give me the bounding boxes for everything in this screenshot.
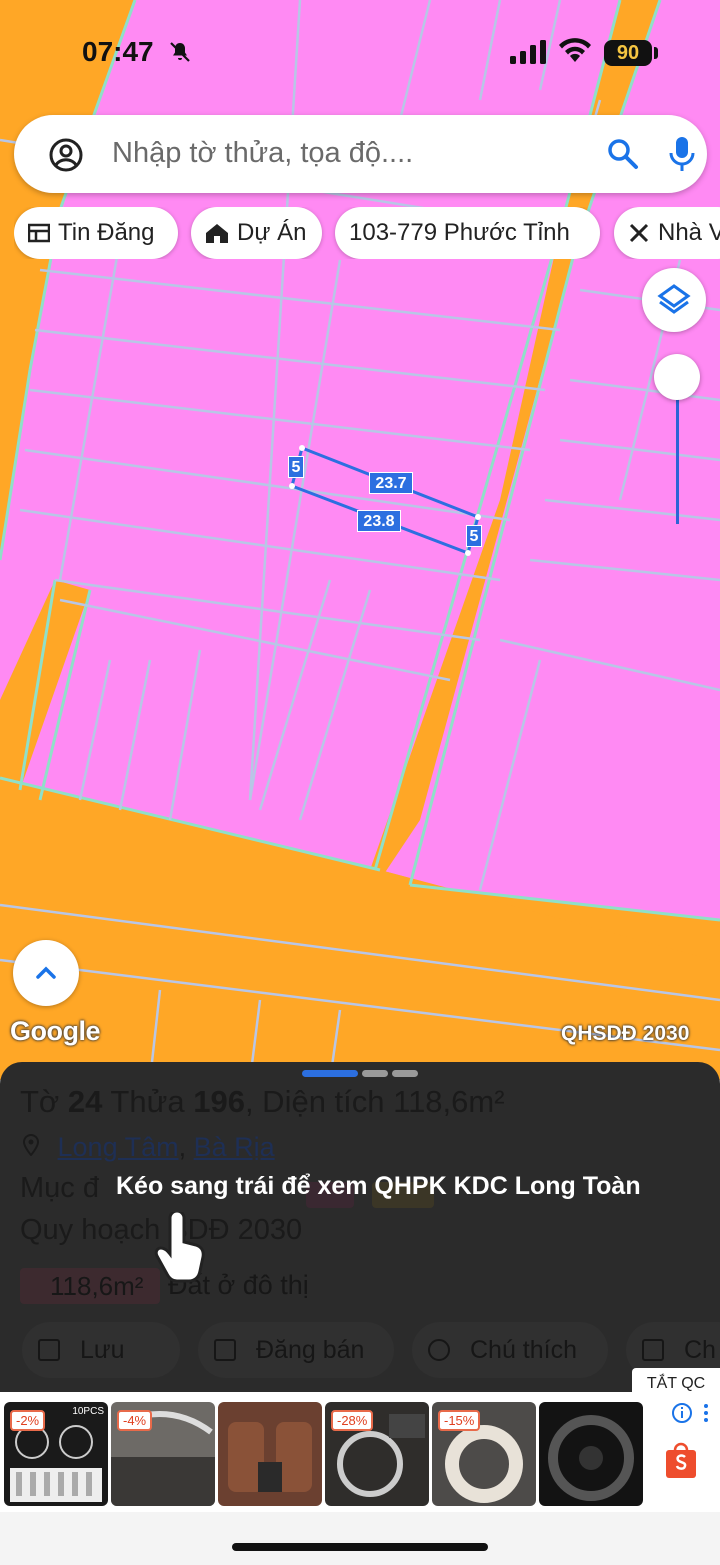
search-icon[interactable]	[606, 137, 640, 171]
edge-label-bottom: 23.8	[357, 510, 401, 532]
battery-indicator: 90	[604, 40, 652, 66]
discount-badge: -4%	[117, 1410, 153, 1431]
mic-icon[interactable]	[668, 135, 696, 173]
edge-label-right: 5	[466, 525, 482, 547]
legend-button[interactable]: Chú thích	[412, 1322, 608, 1378]
product-image	[228, 1422, 312, 1492]
discount-badge: -28%	[331, 1410, 374, 1431]
bell-off-icon	[170, 42, 190, 62]
pack-label: 10PCS	[72, 1406, 104, 1417]
action-label: Lưu	[80, 1335, 125, 1364]
ad-item[interactable]	[218, 1402, 322, 1506]
chip-label: Nhà V	[658, 219, 720, 246]
parcel-location: Long Tâm, Bà Rịa	[22, 1132, 275, 1163]
title-prefix: Tờ	[20, 1084, 68, 1119]
filter-chips: Tin Đăng Dự Án 103-779 Phước Tỉnh Nhà V	[14, 207, 720, 259]
action-label: Ch	[684, 1335, 716, 1364]
expand-up-button[interactable]	[13, 940, 79, 1006]
parcel-title: Tờ 24 Thửa 196, Diện tích 118,6m²	[20, 1084, 505, 1120]
opacity-slider-handle[interactable]	[654, 354, 700, 400]
contrast-icon	[428, 1339, 450, 1361]
edge-label-left: 5	[288, 456, 304, 478]
status-time: 07:47	[82, 36, 154, 67]
city-link[interactable]: Bà Rịa	[194, 1132, 275, 1162]
account-icon[interactable]	[48, 137, 84, 173]
area-badge: 118,6m²	[20, 1268, 160, 1304]
ad-item[interactable]: -28%	[325, 1402, 429, 1506]
chip-du-an[interactable]: Dự Án	[191, 207, 322, 259]
discount-badge: -15%	[438, 1410, 481, 1431]
chip-location[interactable]: 103-779 Phước Tỉnh	[335, 207, 600, 259]
ad-item[interactable]	[539, 1402, 643, 1506]
layer-name: QHSDĐ 2030	[561, 1022, 690, 1045]
page-indicator	[392, 1070, 418, 1077]
chip-label: Dự Án	[237, 219, 307, 246]
search-bar[interactable]: Nhập tờ thửa, tọa độ....	[14, 115, 707, 193]
page-indicator-active	[302, 1070, 358, 1077]
ad-item[interactable]: -4%	[111, 1402, 215, 1506]
post-sale-button[interactable]: Đăng bán	[198, 1322, 394, 1378]
plan-label: Quy hoạch	[20, 1214, 161, 1246]
purpose-label: Mục đ	[20, 1172, 99, 1204]
ward-link[interactable]: Long Tâm	[58, 1132, 179, 1162]
hand-pointer-icon	[154, 1212, 205, 1283]
chip-tin-dang[interactable]: Tin Đăng	[14, 207, 178, 259]
title-suffix: , Diện tích 118,6m²	[244, 1084, 505, 1119]
chip-nha[interactable]: Nhà V	[614, 207, 720, 259]
ad-item[interactable]: -2% 10PCS	[4, 1402, 108, 1506]
building-icon	[206, 224, 228, 243]
action-bar: Lưu Đăng bán Chú thích Ch	[0, 1322, 720, 1382]
chip-label: Tin Đăng	[58, 219, 155, 246]
action-label: Chú thích	[470, 1335, 578, 1364]
map-view[interactable]: 23.7 23.8 5 5 07:47 90 Nhập tờ thửa, tọa…	[0, 0, 720, 1080]
post-icon	[214, 1339, 236, 1361]
action-label: Đăng bán	[256, 1335, 365, 1364]
listing-icon	[28, 223, 50, 243]
camera-icon	[642, 1339, 664, 1361]
title-mid: Thửa	[102, 1084, 194, 1119]
product-image	[548, 1415, 634, 1501]
ad-item[interactable]: -15%	[432, 1402, 536, 1506]
parcel-info-sheet[interactable]: Tờ 24 Thửa 196, Diện tích 118,6m² Long T…	[0, 1062, 720, 1392]
page-indicator	[362, 1070, 388, 1077]
info-icon[interactable]	[672, 1402, 716, 1424]
parcel-number: 196	[193, 1084, 245, 1119]
home-indicator	[232, 1543, 488, 1551]
edge-label-top: 23.7	[369, 472, 413, 494]
save-icon	[38, 1339, 60, 1361]
status-bar: 07:47 90	[0, 0, 720, 100]
tools-icon	[629, 223, 649, 243]
sheet-number: 24	[67, 1084, 103, 1119]
chevron-up-icon	[36, 966, 56, 979]
save-button[interactable]: Lưu	[22, 1322, 180, 1378]
google-logo: Google	[10, 1016, 101, 1046]
location-pin-icon	[22, 1133, 40, 1157]
battery-tip	[654, 47, 658, 59]
chip-label: 103-779 Phước Tỉnh	[349, 219, 570, 246]
signal-icon	[510, 40, 546, 64]
ad-banner: -2% 10PCS -4% -28% -15%	[0, 1392, 720, 1512]
swipe-hint: Kéo sang trái để xem QHPK KDC Long Toàn	[116, 1172, 641, 1200]
discount-badge: -2%	[10, 1410, 46, 1431]
layers-button[interactable]	[642, 268, 706, 332]
wifi-icon	[559, 38, 591, 62]
search-input[interactable]: Nhập tờ thửa, tọa độ....	[112, 137, 413, 170]
shopping-bag-icon[interactable]	[664, 1440, 698, 1480]
layers-icon	[657, 284, 691, 314]
